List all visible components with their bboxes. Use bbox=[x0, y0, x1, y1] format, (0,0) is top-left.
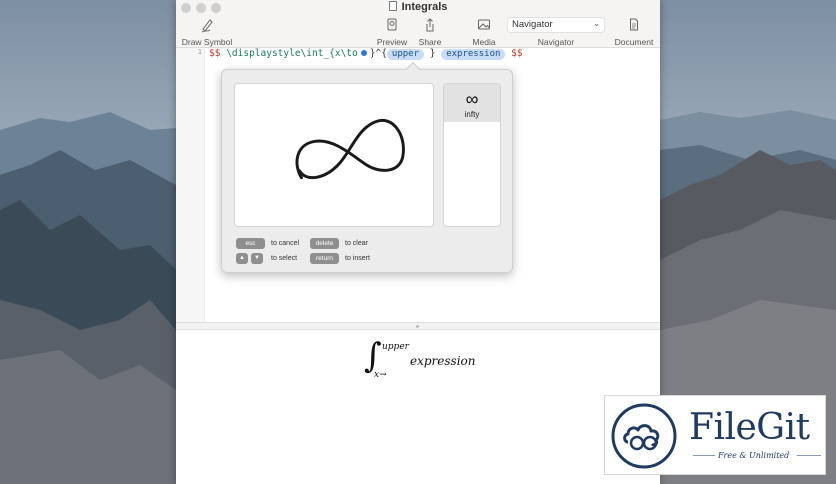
document-button[interactable]: Document bbox=[612, 17, 656, 47]
titlebar: Integrals Draw Symbol Preview Share Medi… bbox=[176, 0, 660, 48]
math-preview-pane: ∫ upper x→ expression bbox=[176, 330, 660, 484]
drawing-canvas[interactable] bbox=[234, 83, 434, 227]
symbol-results-list: ∞ infty bbox=[443, 83, 501, 227]
infinity-symbol-icon: ∞ bbox=[465, 89, 479, 109]
media-button[interactable]: Media bbox=[469, 17, 499, 47]
media-label: Media bbox=[472, 37, 496, 47]
line-gutter: 1 bbox=[176, 48, 205, 322]
code-editor[interactable]: 1 $$ \displaystyle\int_{x\to }^{upper } e… bbox=[176, 48, 660, 322]
math-delimiter-close: $$ bbox=[511, 48, 523, 59]
watermark-tagline: Free & Unlimited bbox=[718, 451, 790, 460]
draw-symbol-button[interactable]: Draw Symbol bbox=[181, 17, 233, 47]
placeholder-token-expression[interactable]: expression bbox=[441, 49, 506, 60]
placeholder-token-upper[interactable]: upper bbox=[386, 49, 425, 60]
line-number: 1 bbox=[197, 48, 202, 56]
insert-hint: to insert bbox=[345, 255, 370, 262]
code-fragment: }^{ bbox=[369, 48, 387, 59]
window-title: Integrals bbox=[176, 1, 660, 13]
pen-scribble-icon bbox=[201, 19, 213, 33]
delete-key-badge: delete bbox=[310, 238, 339, 249]
select-hint: to select bbox=[271, 255, 298, 262]
document-settings-icon bbox=[630, 18, 638, 31]
watermark-name: FileGit bbox=[689, 407, 810, 448]
result-label: infty bbox=[464, 110, 480, 119]
preview-icon bbox=[387, 18, 397, 31]
clear-hint: to clear bbox=[345, 240, 368, 247]
up-arrow-key-icon: ▲ bbox=[236, 253, 248, 264]
latex-command: \displaystyle\int_{x\to bbox=[226, 48, 358, 59]
watermark-rule-right bbox=[797, 455, 821, 456]
chevron-down-icon: ⌄ bbox=[593, 19, 600, 28]
share-label: Share bbox=[418, 37, 442, 47]
splitter-grip-icon bbox=[416, 325, 419, 328]
integral-sign: ∫ bbox=[364, 336, 382, 376]
watermark-rule-left bbox=[693, 455, 715, 456]
preview-label: Preview bbox=[376, 37, 408, 47]
drawn-infinity-stroke bbox=[295, 118, 405, 180]
app-window: Integrals Draw Symbol Preview Share Medi… bbox=[176, 0, 660, 484]
return-key-badge: return bbox=[310, 253, 339, 264]
pane-splitter[interactable] bbox=[176, 322, 660, 330]
share-icon bbox=[426, 18, 434, 32]
navigator-label: Navigator bbox=[537, 37, 575, 47]
integral-upper-limit: upper bbox=[382, 342, 409, 352]
math-delimiter-open: $$ bbox=[209, 48, 221, 59]
filegit-watermark: FileGit Free & Unlimited bbox=[604, 395, 826, 475]
integral-lower-limit: x→ bbox=[374, 370, 387, 380]
draw-symbol-label: Draw Symbol bbox=[181, 37, 233, 47]
code-close-brace: } bbox=[429, 48, 436, 59]
window-title-text: Integrals bbox=[401, 1, 448, 13]
navigator-select[interactable]: Navigator ⌄ bbox=[507, 17, 605, 33]
filegit-logo-icon bbox=[610, 402, 678, 470]
cancel-hint: to cancel bbox=[271, 240, 300, 247]
result-item-infty[interactable]: ∞ infty bbox=[444, 84, 500, 122]
preview-button[interactable]: Preview bbox=[374, 17, 410, 47]
draw-symbol-popover: ∞ infty esc to cancel delete to clear ▲ … bbox=[221, 61, 513, 273]
share-button[interactable]: Share bbox=[415, 17, 445, 47]
navigator-selected-value: Navigator bbox=[512, 19, 553, 30]
code-line[interactable]: $$ \displaystyle\int_{x\to }^{upper } exp… bbox=[209, 48, 523, 60]
document-icon bbox=[388, 1, 397, 11]
esc-key-badge: esc bbox=[236, 238, 265, 249]
integrand: expression bbox=[410, 354, 476, 368]
popover-arrow bbox=[405, 61, 421, 77]
down-arrow-key-icon: ▼ bbox=[251, 253, 263, 264]
navigator-control: Navigator ⌄ Navigator bbox=[507, 17, 605, 47]
image-icon bbox=[478, 19, 490, 30]
insertion-point-icon bbox=[360, 50, 367, 56]
document-label: Document bbox=[614, 37, 654, 47]
